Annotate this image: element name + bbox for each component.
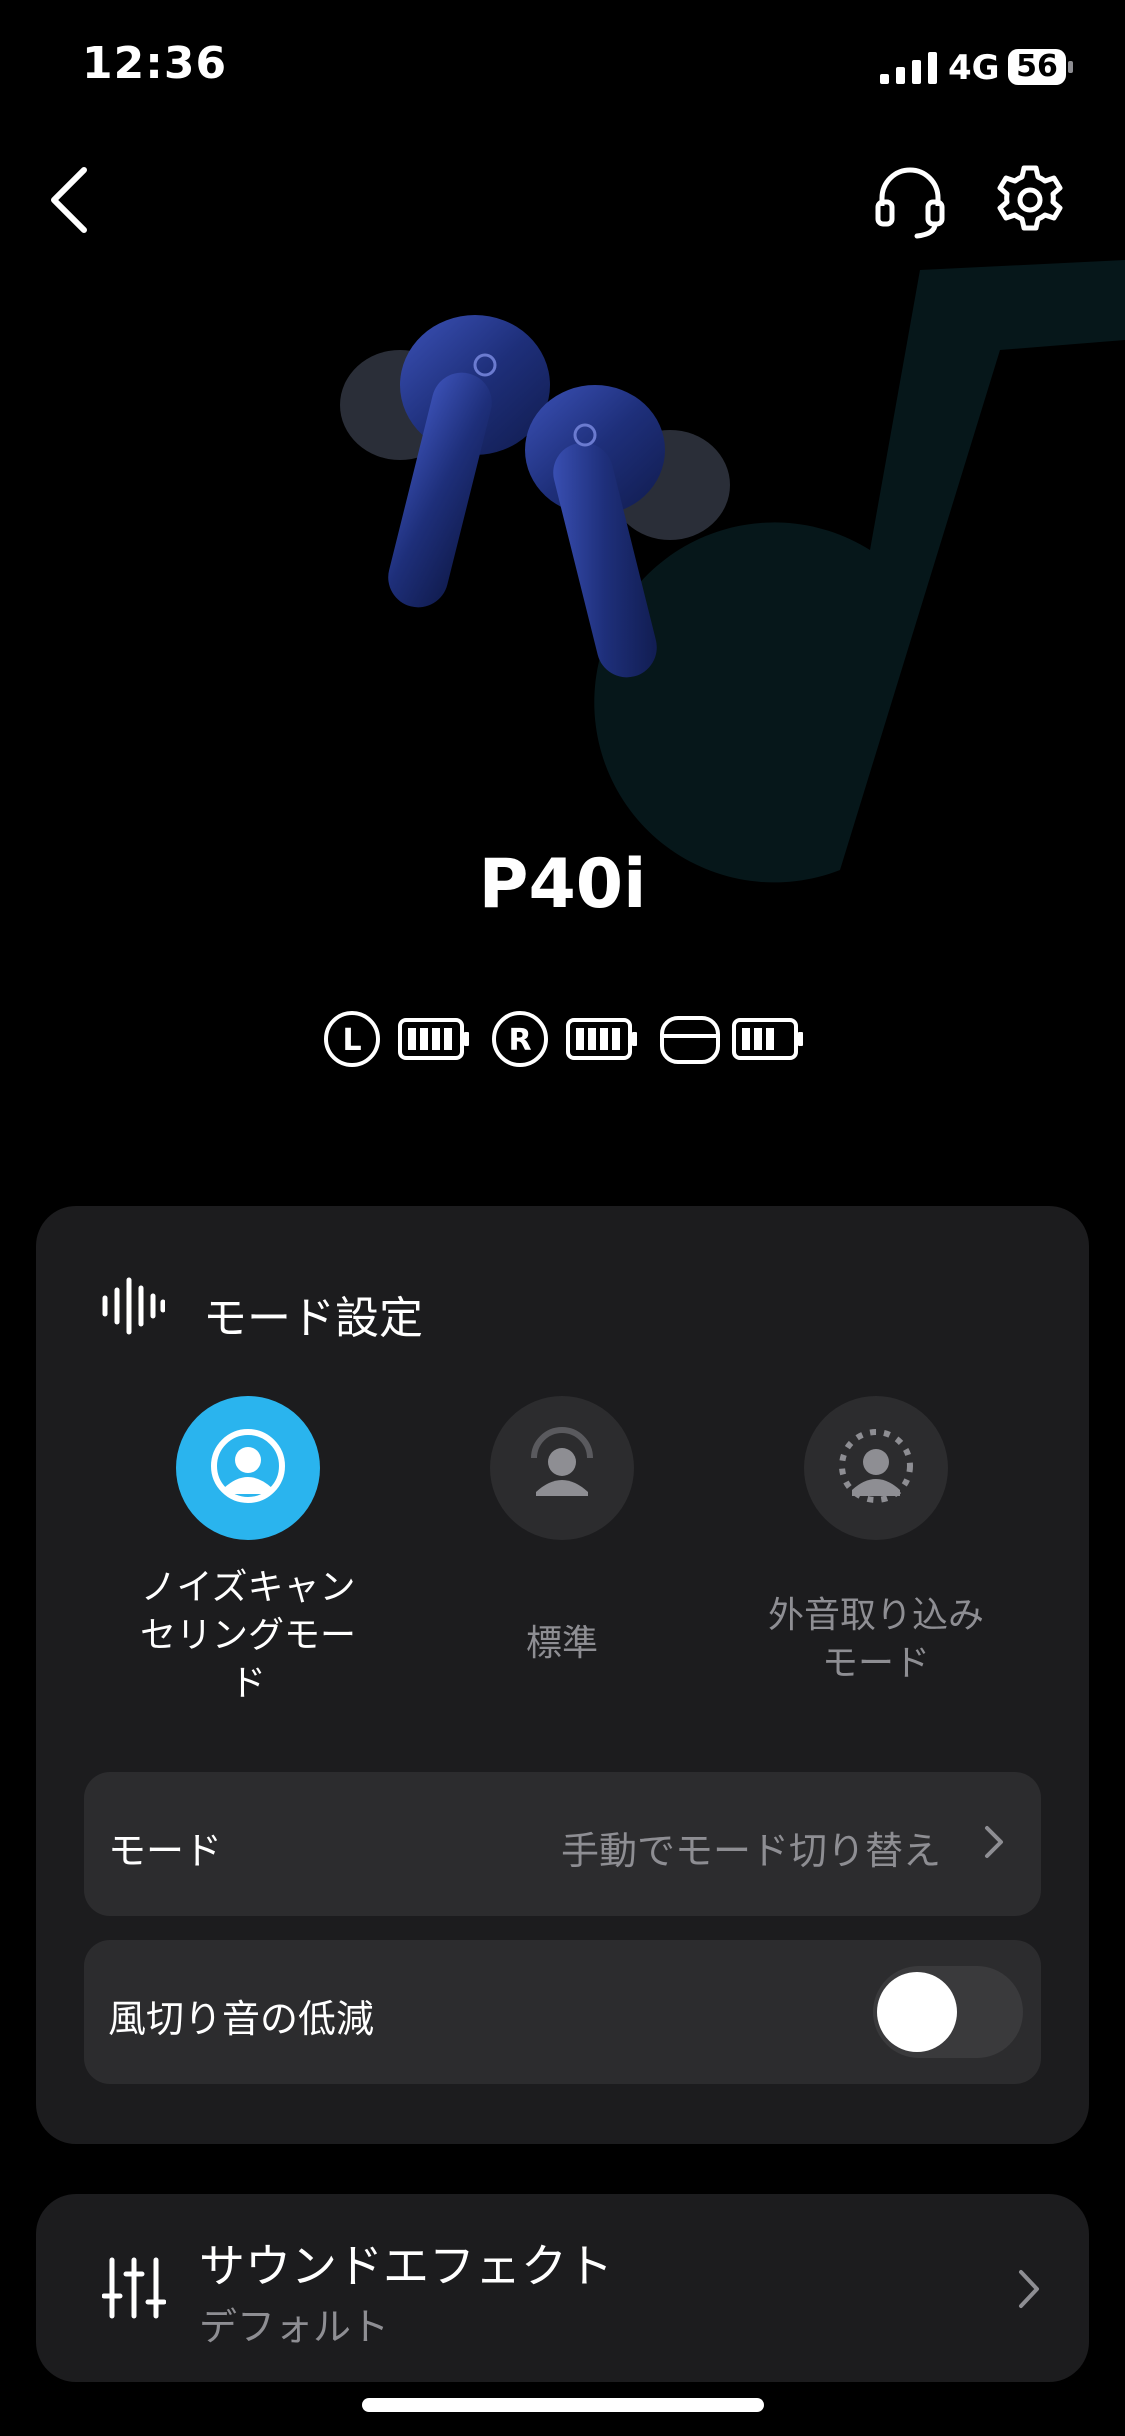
wind-noise-label: 風切り音の低減	[108, 1997, 375, 2041]
mode-switch-row[interactable]: モード 手動でモード切り替え	[84, 1772, 1041, 1916]
gear-icon[interactable]	[990, 160, 1070, 240]
toggle-knob	[877, 1972, 957, 2052]
mode-option-label: ノイズキャン セリングモー ド	[98, 1564, 398, 1708]
mode-option-normal[interactable]: 標準	[412, 1396, 712, 1726]
status-bar: 12:36 4G 56	[0, 0, 1125, 140]
back-button[interactable]	[42, 160, 102, 240]
mode-settings-title: モード設定	[203, 1293, 423, 1344]
transparency-mode-icon	[804, 1396, 948, 1540]
mode-option-label: 外音取り込み モード	[726, 1592, 1026, 1688]
label-line: 標準	[525, 1623, 598, 1664]
equalizer-icon	[102, 2257, 166, 2319]
normal-mode-icon	[490, 1396, 634, 1540]
chevron-right-icon	[1019, 2270, 1039, 2308]
sound-effect-card[interactable]: サウンドエフェクト デフォルト	[36, 2194, 1089, 2382]
svg-text:R: R	[508, 1023, 531, 1058]
label-line: モード	[821, 1643, 930, 1684]
battery-percentage: 56	[1016, 49, 1058, 84]
device-name: P40i	[478, 845, 647, 924]
mode-option-transparency[interactable]: 外音取り込み モード	[726, 1396, 1026, 1726]
headset-icon[interactable]	[870, 160, 950, 240]
noise-cancelling-icon	[176, 1396, 320, 1540]
sound-effect-value: デフォルト	[199, 2305, 390, 2349]
network-type: 4G	[948, 48, 1000, 88]
cellular-signal-icon	[880, 52, 937, 84]
mode-option-label: 標準	[412, 1620, 712, 1668]
right-earbud-battery: R	[492, 1011, 637, 1067]
mode-row-value: 手動でモード切り替え	[560, 1829, 941, 1873]
mode-settings-card: モード設定 ノイズキャン セリングモー ド 標準 外音取り込み モード モード …	[36, 1206, 1089, 2144]
label-line: ド	[229, 1663, 266, 1704]
home-indicator[interactable]	[362, 2398, 764, 2412]
mode-option-noise-cancelling[interactable]: ノイズキャン セリングモー ド	[98, 1396, 398, 1726]
left-earbud-battery: L	[324, 1011, 469, 1067]
chevron-right-icon	[985, 1826, 1003, 1858]
label-line: セリングモー	[139, 1615, 356, 1656]
earbuds-image	[340, 315, 730, 678]
label-line: ノイズキャン	[140, 1567, 356, 1608]
status-time: 12:36	[82, 38, 228, 89]
svg-text:L: L	[342, 1023, 361, 1058]
wind-noise-reduction-row: 風切り音の低減	[84, 1940, 1041, 2084]
label-line: 外音取り込み	[767, 1595, 984, 1636]
case-battery	[660, 1016, 803, 1064]
mode-row-label: モード	[108, 1829, 223, 1873]
earbud-battery-status: L R	[324, 1011, 803, 1067]
sound-wave-icon	[102, 1277, 165, 1335]
sound-effect-title: サウンドエフェクト	[199, 2239, 613, 2293]
wind-noise-toggle[interactable]	[873, 1966, 1023, 2058]
